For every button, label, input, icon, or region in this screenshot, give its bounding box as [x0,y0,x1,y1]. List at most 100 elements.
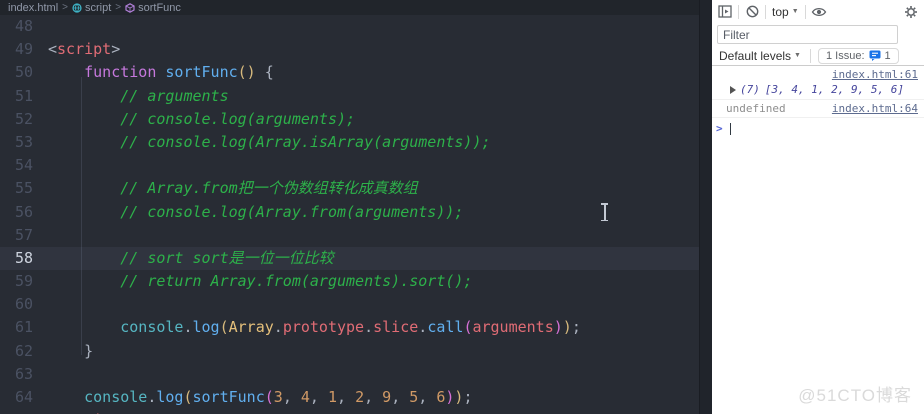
code-token: } [48,341,94,360]
code-token: < [48,40,58,59]
live-expression-icon[interactable] [810,3,828,21]
code-token: 3 [273,388,283,406]
code-token: script [57,40,112,59]
line-number: 54 [14,156,33,175]
code-text: // console.log(Array.isArray(arguments))… [33,131,490,154]
code-line-57[interactable]: 57 [0,224,712,247]
undefined-value: undefined [726,102,786,115]
code-token: slice [373,318,419,337]
code-token: // console.log(Array.from(arguments)); [120,202,464,221]
console-filter-input[interactable] [717,25,898,44]
breadcrumb-item-file[interactable]: index.html [8,2,58,14]
toolbar-divider [809,48,811,63]
code-token: , [337,388,356,406]
code-token: . [183,318,193,337]
code-text: // return Array.from(arguments).sort(); [33,270,472,293]
log-levels-selector[interactable]: Default levels ▼ [717,49,803,63]
breadcrumb-sortfunc-label: sortFunc [138,1,181,14]
code-token: 9 [382,388,392,406]
code-token: . [418,318,428,337]
levels-row: Default levels ▼ 1 Issue: 1 [712,46,924,66]
breadcrumb-item-script[interactable]: script [72,2,111,14]
code-line-60[interactable]: 60 [0,293,712,316]
console-message-undefined: undefined index.html:64 [712,100,924,118]
code-token: log [156,388,184,406]
breadcrumb-item-sortfunc[interactable]: sortFunc [125,2,181,14]
issue-message-icon [869,50,881,61]
code-line-59[interactable]: 59 // return Array.from(arguments).sort(… [0,270,712,293]
editor-pane: index.html > script > sortFunc 48 49 <scri… [0,0,712,414]
code-token: // arguments [120,86,229,105]
code-line-62[interactable]: 62 } [0,340,712,363]
code-token: { [255,63,274,82]
code-token: sortFunc [192,388,265,406]
editor-scrollbar-track[interactable] [699,0,712,414]
code-line-53[interactable]: 53 // console.log(Array.isArray(argument… [0,131,712,154]
code-token: log [192,318,220,337]
line-number: 56 [14,202,33,221]
code-line-64[interactable]: 64 console.log(sortFunc(3, 4, 1, 2, 9, 5… [0,386,712,409]
code-token: () [237,63,256,82]
code-token: ; [463,388,473,406]
code-line-63[interactable]: 63 [0,363,712,386]
issues-label: 1 Issue: [825,49,865,62]
chevron-down-icon: ▼ [791,8,799,15]
code-token: sortFunc [165,63,238,82]
symbol-method-icon [125,2,135,13]
line-number: 52 [14,109,33,128]
code-token: prototype [282,318,365,337]
code-token: ) [553,318,563,337]
code-line-65[interactable]: 65</script> [0,409,712,414]
issues-counter-button[interactable]: 1 Issue: 1 [817,47,899,64]
line-number: 53 [14,132,33,151]
breadcrumb-script-label: script [84,1,112,14]
code-token: > [111,40,121,59]
code-line-58[interactable]: 58 // sort sort是一位一位比较 [0,246,712,271]
settings-gear-icon[interactable] [902,3,920,21]
code-token: , [364,388,383,406]
code-token: , [282,388,301,406]
code-token: function [84,63,157,82]
expand-triangle-icon[interactable] [730,85,736,94]
code-token: // sort sort是一位一位比较 [120,248,334,267]
code-token: console [84,388,148,406]
text-caret [729,122,731,135]
code-token: call [427,318,464,337]
log-levels-label: Default levels [719,48,792,63]
line-number: 48 [14,17,33,35]
breadcrumb-separator: > [62,2,68,13]
console-sidebar-icon[interactable] [716,3,734,21]
code-line-49[interactable]: 49 <script> [0,38,712,61]
line-number: 57 [14,225,33,244]
code-token: // return Array.from(arguments).sort(); [120,272,473,291]
code-line-55[interactable]: 55 // Array.from把一个伪数组转化成真数组 [0,177,712,200]
line-number: 59 [14,272,33,291]
clear-console-icon[interactable] [743,3,761,21]
console-prompt[interactable]: > [712,118,924,139]
source-link[interactable]: index.html:61 [832,68,918,81]
code-line-52[interactable]: 52 // console.log(arguments); [0,108,712,131]
code-line-50[interactable]: 50 function sortFunc() { [0,61,712,84]
array-preview[interactable]: [3, 4, 1, 2, 9, 5, 6] [765,83,904,96]
code-line-51[interactable]: 51 // arguments [0,85,712,108]
code-token: ( [264,388,274,406]
line-number: 58 [14,248,33,267]
code-line-61[interactable]: 61 console.log(Array.prototype.slice.cal… [0,316,712,339]
frame-context-selector[interactable]: top ▼ [770,5,801,19]
code-line-54[interactable]: 54 [0,154,712,177]
code-line-48[interactable]: 48 [0,15,712,38]
code-token: . [273,318,283,337]
source-link[interactable]: index.html:64 [832,102,918,115]
code-token: , [391,388,410,406]
toolbar-divider [804,4,806,19]
code-text: // console.log(Array.from(arguments)); [33,201,463,224]
